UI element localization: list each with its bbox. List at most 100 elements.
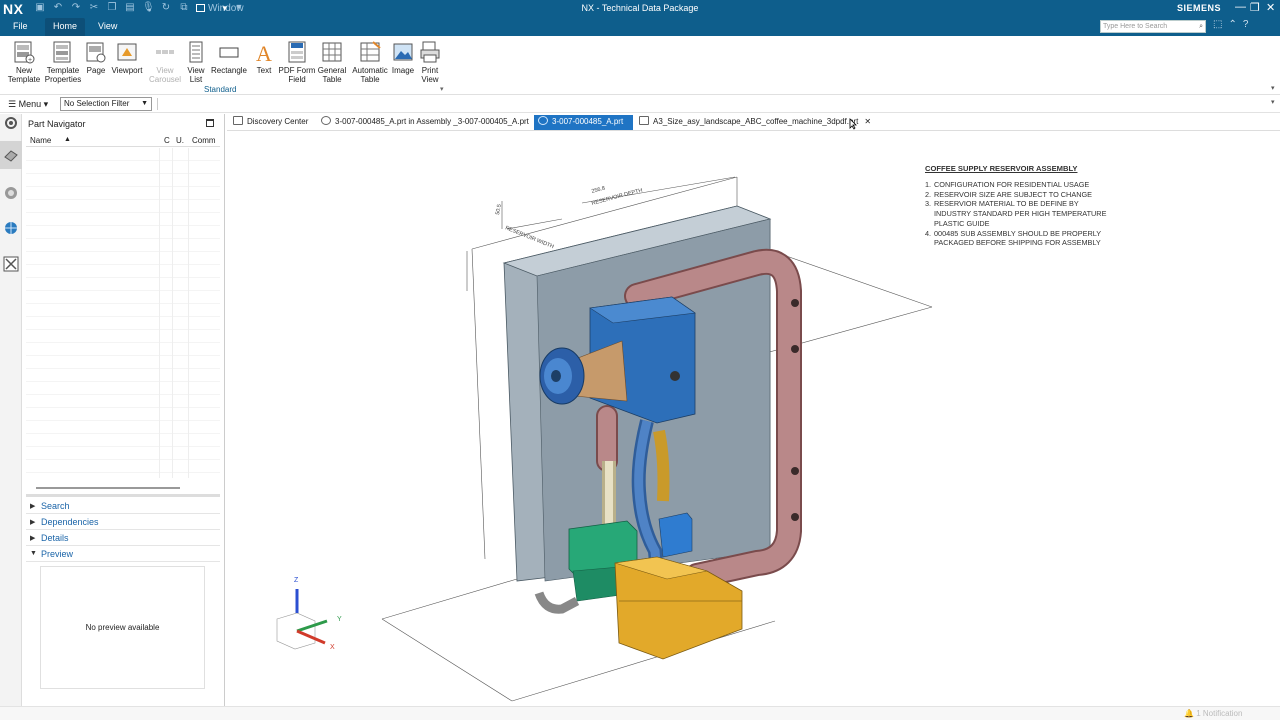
selection-filter-select[interactable]: No Selection Filter ▼ [60,97,152,111]
rectangle-icon [219,47,239,58]
minimize-icon[interactable]: — [1235,1,1246,13]
rectangle-button[interactable]: Rectangle [209,40,249,75]
toolbar-options-icon[interactable]: ▾ [1271,98,1275,106]
section-dependencies[interactable]: ▶ Dependencies [26,515,220,530]
close-tab-icon[interactable]: ✕ [864,117,871,126]
resource-bar [0,114,22,706]
repeat-command-icon[interactable]: ↻ [160,2,172,14]
section-details[interactable]: ▶ Details [26,531,220,546]
help-icons: ⬚ ⌃ ? [1213,19,1248,30]
window-menu-label: Window [208,3,244,14]
web-browser-icon[interactable] [3,220,19,236]
column-header-comment[interactable]: Comm [192,136,216,145]
quick-access-toolbar: ▣ ↶ ↷ ✂ ❐ ▤ 🎙 ↻ ⧉ Window ▾ ▾ [34,2,245,14]
roles-icon[interactable] [3,256,19,272]
undo-icon[interactable]: ↶ [52,2,64,14]
command-search-input[interactable]: Type Here to Search ⌕ [1100,20,1206,33]
siemens-brand: SIEMENS [1177,3,1222,13]
note-number: 2. [925,189,932,199]
navigator-column-headers: Name ▲ C U. Comm [26,134,220,147]
note-number: 1. [925,180,932,189]
redo-icon[interactable]: ↷ [70,2,82,14]
view-triad: Z Y X [276,577,342,651]
svg-text:A: A [256,41,272,64]
tab-discovery-center[interactable]: Discovery Center [229,115,314,130]
tab-active-part[interactable]: 3-007-000485_A.prt [534,115,633,130]
tab-file[interactable]: File [13,21,28,31]
tab-assembly-part[interactable]: 3-007-000485_A.prt in Assembly _3-007-00… [317,115,535,130]
viewport-icon [117,43,137,61]
navigator-tree[interactable] [26,148,220,478]
chevron-down-icon: ▼ [141,100,148,107]
viewport-button[interactable]: Viewport [107,40,147,75]
notification-indicator[interactable]: 🔔 1 Notification [1184,709,1242,718]
column-header-current[interactable]: C [164,136,170,145]
ribbon: + New Template Template Properties Page … [0,36,1280,95]
yellow-tube [653,429,670,502]
note-line: 1. CONFIGURATION FOR RESIDENTIAL USAGE [925,180,1165,190]
column-header-uptodate[interactable]: U. [176,136,184,145]
ribbon-options-icon[interactable]: ▾ [1271,84,1275,92]
menu-button[interactable]: ☰ Menu ▾ [8,99,48,110]
cut-icon[interactable]: ✂ [88,2,100,14]
help-icon[interactable]: ? [1243,19,1249,30]
toolbar-divider [157,98,158,110]
window-menu[interactable]: Window ▾ [196,2,244,14]
new-template-button[interactable]: + New Template [4,40,44,84]
selection-filter-value: No Selection Filter [64,99,130,108]
tab-drawing-3dpdf[interactable]: A3_Size_asy_landscape_ABC_coffee_machine… [635,115,877,130]
view-list-label: View List [187,66,205,84]
preview-empty-text: No preview available [85,623,160,632]
column-divider [159,148,160,478]
ribbon-layout-icon[interactable]: ⬚ [1213,19,1222,30]
copy-icon[interactable]: ❐ [106,2,118,14]
note-text: PLASTIC GUIDE [934,218,990,228]
selection-toolbar: ☰ Menu ▾ No Selection Filter ▼ ▾ [0,96,1280,113]
column-header-name[interactable]: Name [30,136,51,145]
collapse-ribbon-icon[interactable]: ⌃ [1228,19,1236,30]
ribbon-group-standard: Standard [204,85,237,94]
print-view-button[interactable]: Print View [410,40,450,84]
graphics-window[interactable]: 256.8 RESERVOIR DEPTH 50.5 RESERVOIR WID… [227,131,1280,706]
part-navigator-icon [4,150,18,162]
section-preview[interactable]: ▼ Preview [26,547,220,562]
ribbon-group-expand-icon[interactable]: ▾ [440,85,444,93]
maximize-icon[interactable] [206,119,214,127]
paste-icon[interactable]: ▤ [124,2,136,14]
tab-view[interactable]: View [98,21,117,31]
chevron-right-icon: ▶ [30,535,36,542]
note-text: INDUSTRY STANDARD PER HIGH TEMPERATURE [934,209,1107,219]
pdf-form-field-button[interactable]: PDF Form Field [277,40,317,84]
general-table-button[interactable]: General Table [312,40,352,84]
section-search[interactable]: ▶ Search [26,499,220,514]
view-list-icon [189,41,203,63]
section-search-label: Search [41,501,70,511]
restore-icon[interactable]: ❐ [1250,1,1260,14]
print-view-label: Print View [421,66,439,84]
text-icon: A [256,41,272,64]
note-number [925,219,934,229]
notification-text: 1 Notification [1196,709,1243,718]
tab-home[interactable]: Home [45,18,86,36]
horizontal-scrollbar[interactable] [26,485,220,497]
close-icon[interactable]: ✕ [1266,1,1275,14]
history-icon[interactable] [3,185,19,201]
microphone-icon[interactable]: 🎙 [142,2,155,14]
note-number: 4. [925,228,932,238]
customize-qat-icon[interactable]: ▾ [233,2,245,14]
window-switch-icon[interactable]: ⧉ [178,2,190,14]
dim-width-value: 50.5 [495,204,503,216]
drawing-icon [639,116,649,125]
view-carousel-icon [156,50,174,54]
general-table-icon [322,42,342,62]
sort-ascending-icon: ▲ [64,136,71,143]
menu-label: Menu [18,99,42,109]
save-icon[interactable]: ▣ [34,2,46,14]
part-icon [321,116,331,125]
search-icon[interactable]: ⌕ [1199,21,1203,32]
scrollbar-thumb[interactable] [36,487,180,489]
settings-icon[interactable] [3,115,19,131]
part-navigator-tab[interactable] [0,141,22,169]
chevron-down-icon: ▼ [30,550,37,557]
pdf-form-field-label: PDF Form Field [278,66,316,84]
